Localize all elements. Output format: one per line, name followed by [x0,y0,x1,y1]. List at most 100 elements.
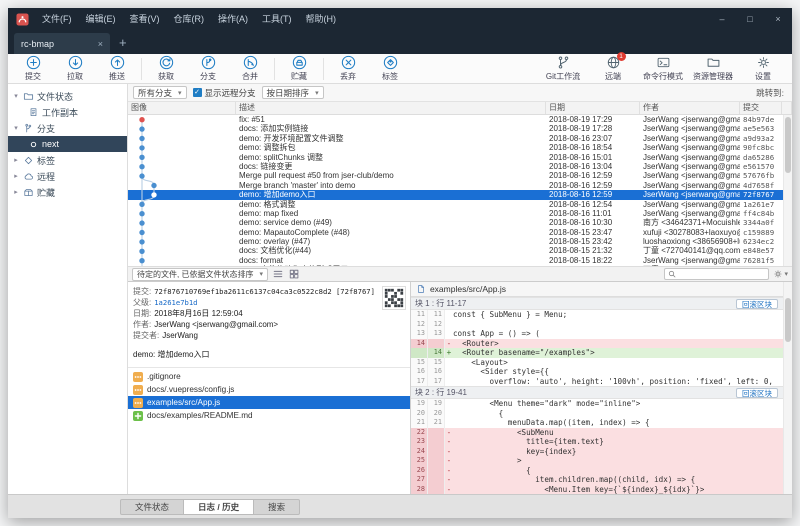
tab-file-status[interactable]: 文件状态 [120,499,184,515]
branch-icon [23,123,34,134]
close-button[interactable]: × [764,8,792,30]
commit-row[interactable]: demo: service demo (#49)2018-08-16 10:30… [128,218,792,227]
column-header-2[interactable]: 日期 [546,102,640,114]
toolbar-explorer-button[interactable]: 资源管理器 [688,55,738,82]
toolbar-fetch-button[interactable]: 获取 [145,55,187,82]
toolbar-stash-button[interactable]: 贮藏 [278,55,320,82]
disclosure-arrow-icon[interactable]: ▾ [12,124,20,132]
diff-vertical-scrollbar[interactable] [783,282,792,494]
bottom-tab-bar: 文件状态日志 / 历史搜索 [8,494,792,518]
commit-row[interactable]: demo: overlay (#47)2018-08-15 23:42luosh… [128,237,792,246]
hunk-header: 块 2 : 行 19-41回滚区块 [411,386,792,399]
tab-log-history[interactable]: 日志 / 历史 [184,499,254,515]
sidebar-item-branches[interactable]: ▾分支 [8,120,127,136]
revert-hunk-button[interactable]: 回滚区块 [736,299,778,309]
sidebar-item-file-status[interactable]: ▾文件状态 [8,88,127,104]
branch-filter-select[interactable]: 所有分支 ▾ [133,86,187,99]
scrollbar-thumb[interactable] [785,117,791,173]
list-view-icon[interactable] [272,268,284,280]
menu-tools[interactable]: 工具(T) [255,8,299,30]
tab-search[interactable]: 搜索 [254,499,300,515]
old-line-number: 15 [411,358,428,368]
toolbar-separator [274,58,275,80]
commit-row[interactable]: fix: #512018-08-19 17:29JserWang <jserwa… [128,115,792,124]
column-header-0[interactable]: 图像 [128,102,236,114]
sidebar-item-remotes[interactable]: ▸远程 [8,168,127,184]
minimize-button[interactable]: – [708,8,736,30]
toolbar-tag-button[interactable]: 标签 [369,55,411,82]
commit-row[interactable]: docs: format2018-08-15 18:22JserWang <js… [128,256,792,265]
column-header-3[interactable]: 作者 [640,102,740,114]
commit-row[interactable]: demo: 增加demo入口2018-08-16 12:59JserWang <… [128,190,792,199]
toolbar-terminal-button[interactable]: 命令行模式 [638,55,688,82]
maximize-button[interactable]: □ [736,8,764,30]
toolbar-push-button[interactable]: 推送 [96,55,138,82]
old-line-number: 26 [411,466,428,476]
menu-repository[interactable]: 仓库(R) [167,8,212,30]
menu-view[interactable]: 查看(V) [123,8,167,30]
disclosure-arrow-icon[interactable]: ▾ [12,92,20,100]
commit-row[interactable]: docs: 文档优化(#44)2018-08-15 21:32丁童 <72704… [128,246,792,255]
revert-hunk-button[interactable]: 回滚区块 [736,388,778,398]
file-item[interactable]: docs/examples/README.md [128,409,410,422]
toolbar-branch-button[interactable]: 分支 [187,55,229,82]
old-line-number: 20 [411,409,428,419]
toolbar-discard-button[interactable]: 丢弃 [327,55,369,82]
diff-code-text: menuData.map((item, index) => { [453,418,650,428]
file-item[interactable]: .gitignore [128,370,410,383]
sidebar-item-tags[interactable]: ▸标签 [8,152,127,168]
toolbar-merge-button[interactable]: 合并 [229,55,271,82]
commit-row[interactable]: demo: map fixed2018-08-16 11:01JserWang … [128,209,792,218]
disclosure-arrow-icon[interactable]: ▸ [12,188,20,196]
commit-row[interactable]: docs: 链接变更2018-08-16 13:04JserWang <jser… [128,162,792,171]
toolbar-gitflow-button[interactable]: Git工作流 [538,55,588,82]
sort-order-select[interactable]: 按日期排序 ▾ [262,86,324,99]
column-header-4[interactable]: 提交 [740,102,782,114]
vertical-scrollbar[interactable] [783,115,792,266]
commit-row[interactable]: demo: 格式调整2018-08-16 12:54JserWang <jser… [128,200,792,209]
search-options-button[interactable]: ▾ [773,269,788,279]
commit-row[interactable]: docs: 事件修改为表格形式展示 (#42)2018-08-15 16:10丁… [128,265,792,266]
toolbar-settings-button[interactable]: 设置 [738,55,788,82]
toolbar-separator [141,58,142,80]
toolbar-remote-button[interactable]: 1远端 [588,55,638,82]
show-remote-checkbox[interactable]: ✓ 显示远程分支 [193,87,256,99]
menu-file[interactable]: 文件(F) [35,8,79,30]
commit-date-cell: 2018-08-15 21:32 [546,246,640,255]
column-header-1[interactable]: 描述 [236,102,546,114]
toolbar-pull-button[interactable]: 拉取 [54,55,96,82]
sidebar-item-branch-next[interactable]: next [8,136,127,152]
commit-row[interactable]: Merge branch 'master' into demo2018-08-1… [128,181,792,190]
sidebar-item-stashes[interactable]: ▸贮藏 [8,184,127,200]
menu-actions[interactable]: 操作(A) [211,8,255,30]
diff-line: 1919 <Menu theme="dark" mode="inline"> [411,399,792,409]
grid-view-icon[interactable] [288,268,300,280]
changed-files-list: .gitignoredocs/.vuepress/config.jsexampl… [128,368,410,494]
repo-tab[interactable]: rc-bmap × [14,33,110,54]
commit-author-cell: JserWang <jserwang@gmail.com> [640,171,740,180]
toolbar-commit-button[interactable]: 提交 [12,55,54,82]
commit-message-cell: Merge branch 'master' into demo [236,181,546,190]
menu-edit[interactable]: 编辑(E) [79,8,123,30]
menu-help[interactable]: 帮助(H) [299,8,344,30]
disclosure-arrow-icon[interactable]: ▸ [12,172,20,180]
diff-line: 2121 menuData.map((item, index) => { [411,418,792,428]
disclosure-arrow-icon[interactable]: ▸ [12,156,20,164]
commit-row[interactable]: demo: MapautoComplete (#48)2018-08-15 23… [128,228,792,237]
tab-close-icon[interactable]: × [98,39,103,49]
commit-row[interactable]: demo: 开发环境配置文件调整2018-08-16 23:07JserWang… [128,134,792,143]
file-item[interactable]: docs/.vuepress/config.js [128,383,410,396]
commit-row[interactable]: Merge pull request #50 from jser-club/de… [128,171,792,180]
commit-row[interactable]: docs: 添加实例链接2018-08-19 17:28JserWang <js… [128,124,792,133]
commit-row[interactable]: demo: 调整拆包2018-08-16 18:54JserWang <jser… [128,143,792,152]
new-tab-button[interactable]: + [110,31,136,54]
search-input[interactable] [679,270,765,279]
parent-commit-link[interactable]: 1a261e7b1d [154,297,197,308]
scrollbar-thumb[interactable] [785,298,791,342]
commit-row[interactable]: demo: splitChunks 调整2018-08-16 15:01Jser… [128,153,792,162]
file-item[interactable]: examples/src/App.js [128,396,410,409]
pending-filter-select[interactable]: 待定的文件, 已依据文件状态排序 ▾ [132,268,268,281]
commit-date-cell: 2018-08-16 11:01 [546,209,640,218]
old-line-number: 25 [411,456,428,466]
sidebar-item-working-copy[interactable]: 工作副本 [8,104,127,120]
